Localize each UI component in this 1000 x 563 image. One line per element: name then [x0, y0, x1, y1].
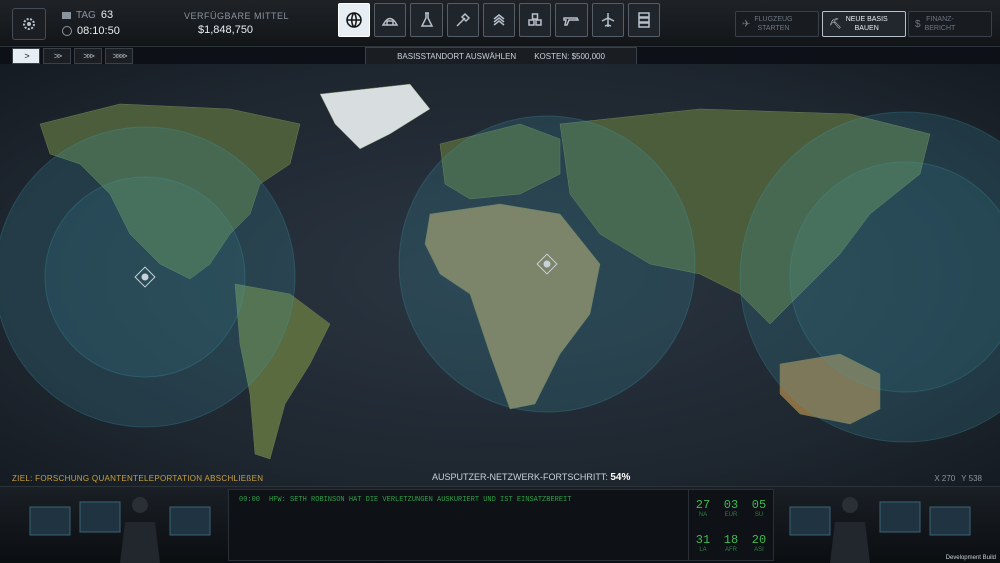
main-nav — [338, 3, 660, 43]
launch-label-1: FLUGZEUG — [754, 16, 793, 23]
plane-icon: ✈ — [742, 18, 751, 30]
nav-research-button[interactable] — [410, 3, 443, 37]
nav-globe-button[interactable] — [338, 3, 371, 37]
time-speed-controls: > >> >>> >>>> — [12, 48, 133, 64]
greenland — [319, 83, 431, 150]
bottom-console: 00:00 HFW: SETH ROBINSON HAT DIE VERLETZ… — [0, 486, 1000, 563]
message-feed[interactable]: 00:00 HFW: SETH ROBINSON HAT DIE VERLETZ… — [228, 489, 690, 561]
stat-asi: 20 ASI — [751, 532, 767, 553]
dev-build-label: Development Build — [945, 555, 996, 561]
gear-icon — [23, 18, 35, 30]
finance-icon: $ — [915, 18, 921, 30]
hangar-icon — [382, 17, 399, 26]
funds-label: VERFÜGBARE MITTEL — [184, 11, 290, 21]
progress-value: 54% — [610, 472, 631, 483]
operator-left-illustration — [29, 497, 211, 563]
banner-cost: KOSTEN: $500,000 — [534, 51, 605, 61]
day-label: TAG — [76, 9, 96, 21]
funds-value: $1,848,750 — [198, 24, 254, 36]
speed-2-button[interactable]: >> — [43, 48, 71, 64]
nav-engineering-button[interactable] — [446, 3, 479, 37]
build-new-base-button[interactable]: ⛏ NEUE BASIS BAUEN — [822, 11, 906, 37]
excavator-icon: ⛏ — [829, 18, 842, 30]
feed-message: HFW: SETH ROBINSON HAT DIE VERLETZUNGEN … — [269, 496, 572, 504]
clock: 08:10:50 — [62, 25, 120, 37]
progress-label: AUSPUTZER-NETZWERK-FORTSCHRITT: — [432, 472, 608, 482]
speed-4-button[interactable]: >>>> — [105, 48, 133, 64]
nav-servers-button[interactable] — [627, 3, 660, 37]
finance-label-2: BERICHT — [924, 25, 956, 32]
cursor-coords: X 270 Y 538 — [934, 474, 982, 483]
stat-afr: 18 AFR — [723, 532, 739, 553]
newbase-label-1: NEUE BASIS — [845, 16, 888, 23]
rank-icon — [493, 14, 505, 26]
server-icon — [638, 12, 650, 28]
nav-aircraft-button[interactable] — [591, 3, 624, 37]
settings-button[interactable] — [12, 8, 46, 40]
base-placement-banner: BASISSTANDORT AUSWÄHLEN KOSTEN: $500,000 — [365, 47, 637, 65]
clock-icon — [62, 26, 72, 36]
stat-su: 05 SU — [751, 497, 767, 518]
region-panic-stats: 27 NA 03 EUR 05 SU 31 LA 18 AFR 20 ASI — [688, 489, 774, 561]
globe-icon — [346, 12, 362, 28]
feed-time: 00:00 — [239, 496, 261, 504]
network-progress: AUSPUTZER-NETZWERK-FORTSCHRITT: 54% — [432, 472, 630, 483]
coord-x: X 270 — [934, 474, 956, 483]
nav-hangar-button[interactable] — [374, 3, 407, 37]
launch-aircraft-button[interactable]: ✈ FLUGZEUG STARTEN — [735, 11, 819, 37]
radar-coverage — [0, 111, 1000, 443]
finance-label-1: FINANZ- — [926, 16, 954, 23]
day-counter: TAG 63 — [62, 9, 113, 21]
finance-report-button[interactable]: $ FINANZ- BERICHT — [908, 11, 992, 37]
day-value: 63 — [100, 9, 114, 21]
stat-eur: 03 EUR — [723, 497, 739, 518]
nav-personnel-button[interactable] — [482, 3, 516, 37]
speed-3-button[interactable]: >>> — [74, 48, 102, 64]
speed-1-button[interactable]: > — [12, 48, 40, 64]
newbase-label-2: BAUEN — [854, 25, 879, 32]
world-map[interactable] — [0, 64, 1000, 486]
banner-title: BASISSTANDORT AUSWÄHLEN — [397, 51, 517, 61]
operator-right-illustration — [789, 497, 971, 563]
calendar-icon — [62, 11, 71, 19]
time-value: 08:10:50 — [77, 25, 120, 37]
weapon-icon — [563, 17, 580, 26]
launch-label-2: STARTEN — [757, 25, 790, 32]
stat-la: 31 LA — [695, 532, 711, 553]
nav-weapons-button[interactable] — [555, 3, 588, 37]
world-map-graphic — [0, 83, 1000, 460]
engineering-icon — [456, 12, 470, 27]
nav-storage-button[interactable] — [519, 3, 552, 37]
research-icon — [420, 12, 433, 27]
stat-na: 27 NA — [695, 497, 711, 518]
aircraft-icon — [601, 13, 614, 27]
objective-text: ZIEL: FORSCHUNG QUANTENTELEPORTATION ABS… — [12, 474, 264, 483]
storage-icon — [528, 13, 542, 26]
map-status-line: ZIEL: FORSCHUNG QUANTENTELEPORTATION ABS… — [0, 470, 1000, 486]
top-bar: TAG 63 08:10:50 VERFÜGBARE MITTEL $1,848… — [0, 0, 1000, 47]
coord-y: Y 538 — [961, 474, 982, 483]
